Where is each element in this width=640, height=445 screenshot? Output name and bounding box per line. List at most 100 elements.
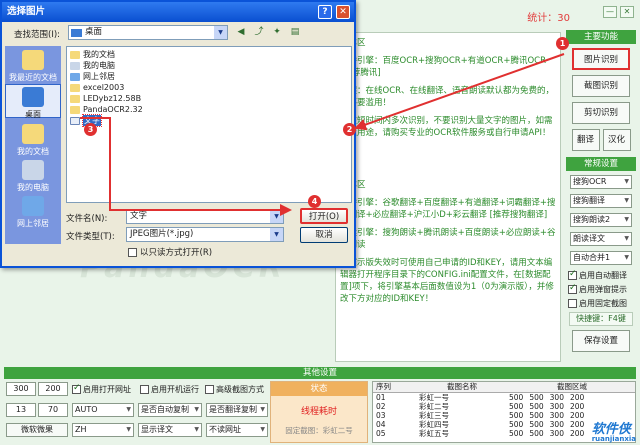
list-item[interactable]: 网上邻居	[70, 71, 348, 82]
hd-shot-checkbox[interactable]: 高级截图方式	[205, 384, 264, 395]
status-text: 线程耗时	[300, 407, 337, 417]
folder-icon	[22, 124, 44, 144]
up-folder-icon[interactable]: ⤴	[252, 25, 266, 40]
minimize-icon[interactable]: —	[603, 6, 617, 18]
text-line: 提醒：在线OCR、在线翻译、语音朗读默认都为免费的，请不要滥用！	[340, 86, 555, 108]
filetype-select[interactable]: JPEG图片(*.jpg) ▼	[126, 227, 284, 242]
col-header: 截图名称	[447, 382, 477, 391]
list-item[interactable]: 我的文档	[70, 49, 348, 60]
place-network[interactable]: 网上邻居	[5, 196, 61, 229]
other-settings-header: 其他设置	[4, 367, 636, 379]
status-panel: 状态 线程耗时 固定截图：彩虹二号	[270, 381, 368, 443]
hanhua-button[interactable]: 汉化	[602, 129, 631, 151]
col-header: 截图区域	[557, 382, 587, 391]
chevron-down-icon[interactable]: ▼	[270, 210, 283, 223]
text-line: 要在短时间内多次识别，不要识别大量文字的图片，如需商业用途，请购买专业的OCR软…	[340, 116, 553, 138]
file-open-dialog: 选择图片 ? ✕ 查找范围(I): 桌面 ▼ ◀ ⤴ ✦ ▤ 我最近的文档 桌面…	[0, 0, 356, 268]
file-list[interactable]: 我的文档 我的电脑 网上邻居 excel2003 LEDybz12.58B Pa…	[66, 46, 352, 203]
startup-checkbox[interactable]: 启用开机运行	[140, 384, 199, 395]
list-item-selected[interactable]: 文字	[70, 114, 348, 127]
app-topbar: 统计：30 — ✕	[335, 0, 640, 30]
open-url-checkbox[interactable]: 启用打开网址	[72, 383, 131, 395]
width-input[interactable]: 300	[6, 382, 36, 396]
dialog-title: 选择图片	[7, 6, 46, 17]
text-area[interactable]: 文本区 支持引擎：百度OCR+搜狗OCR+有道OCR+腾讯OCR [推荐腾讯] …	[335, 32, 561, 362]
ocr-engine-select[interactable]: 搜狗OCR	[570, 175, 632, 189]
list-item[interactable]: excel2003	[70, 82, 348, 93]
site-logo: 软件侠 ruanjianxia	[591, 422, 636, 443]
place-my-documents[interactable]: 我的文档	[5, 124, 61, 157]
places-bar: 我最近的文档 桌面 我的文档 我的电脑 网上邻居	[5, 46, 61, 244]
view-menu-icon[interactable]: ▤	[288, 25, 302, 40]
filetype-label: 文件类型(T):	[66, 232, 115, 242]
close-icon[interactable]: ✕	[620, 6, 634, 18]
auto-copy-select[interactable]: 是否自动复制	[138, 403, 202, 417]
list-item[interactable]: 我的电脑	[70, 60, 348, 71]
auto-translate-checkbox[interactable]: 启用自动翻译	[568, 269, 634, 281]
place-my-computer[interactable]: 我的电脑	[5, 160, 61, 193]
readonly-checkbox[interactable]: 以只读方式打开(R)	[128, 246, 212, 258]
height-input[interactable]: 200	[38, 382, 68, 396]
list-item[interactable]: LEDybz12.58B	[70, 93, 348, 104]
right-panel: 主要功能 图片识别 截图识别 剪切识别 翻译 汉化 常规设置 搜狗OCR 搜狗翻…	[566, 30, 636, 365]
hotkey-label: 快捷键：F4键	[569, 312, 633, 326]
callout-badge-3: 3	[84, 123, 97, 136]
popup-checkbox[interactable]: 启用弹窗提示	[568, 283, 634, 295]
translate-engine-select[interactable]: 搜狗翻译	[570, 194, 632, 208]
checkbox-unchecked[interactable]	[568, 299, 577, 308]
dialog-titlebar: 选择图片 ? ✕	[2, 2, 354, 22]
translate-copy-select[interactable]: 是否翻译复制	[206, 403, 268, 417]
folder-icon	[70, 105, 80, 114]
open-button[interactable]: 打开(O)	[300, 208, 348, 224]
screenshot-ocr-button[interactable]: 截图识别	[572, 75, 630, 97]
back-icon[interactable]: ◀	[234, 25, 248, 40]
recent-docs-icon	[22, 50, 44, 70]
callout-badge-2: 2	[343, 123, 356, 136]
fixed-shot-checkbox[interactable]: 启用固定截图	[568, 298, 634, 309]
translate-button[interactable]: 翻译	[571, 129, 600, 151]
tts-engine-select[interactable]: 搜狗朗读2	[570, 213, 632, 227]
show-translation-select[interactable]: 显示译文	[138, 423, 202, 437]
look-in-label: 查找范围(I):	[14, 30, 61, 40]
table-row[interactable]: 02 彩虹二号 500 500 300 200	[373, 402, 635, 411]
callout-badge-1: 1	[556, 37, 569, 50]
other-settings: 其他设置 300 200 13 70 微软微果 启用打开网址 启用开机运行 高级…	[0, 367, 640, 445]
x-input[interactable]: 13	[6, 403, 36, 417]
chevron-down-icon[interactable]: ▼	[270, 228, 283, 241]
translate-row: 翻译 汉化	[566, 129, 636, 151]
network-icon	[70, 72, 80, 81]
checkbox-unchecked[interactable]	[205, 385, 214, 394]
help-icon[interactable]: ?	[318, 5, 332, 19]
list-item[interactable]: PandaOCR2.32	[70, 104, 348, 115]
lang-auto-select[interactable]: AUTO	[72, 403, 134, 417]
url-mode-select[interactable]: 不读网址	[206, 423, 268, 437]
table-row[interactable]: 01 彩虹一号 500 500 300 200	[373, 393, 635, 402]
target-lang-select[interactable]: ZH	[72, 423, 134, 437]
place-recent[interactable]: 我最近的文档	[5, 50, 61, 83]
folder-icon	[70, 83, 80, 92]
computer-icon	[22, 160, 44, 180]
checkbox-unchecked[interactable]	[140, 385, 149, 394]
read-mode-select[interactable]: 朗读译文	[570, 232, 632, 246]
checkbox-checked[interactable]	[72, 383, 81, 394]
window-controls: — ✕	[603, 6, 634, 18]
checkbox-checked[interactable]	[568, 283, 577, 294]
close-icon[interactable]: ✕	[336, 5, 350, 19]
new-folder-icon[interactable]: ✦	[270, 25, 284, 40]
chevron-down-icon[interactable]: ▼	[214, 26, 227, 39]
cancel-button[interactable]: 取消	[300, 227, 348, 243]
wechat-button[interactable]: 微软微果	[6, 423, 68, 437]
merge-mode-select[interactable]: 自动合并1	[570, 251, 632, 265]
checkbox-checked[interactable]	[568, 269, 577, 280]
clipboard-ocr-button[interactable]: 剪切识别	[572, 102, 630, 124]
filename-input[interactable]: 文字 ▼	[126, 209, 284, 224]
look-in-select[interactable]: 桌面 ▼	[68, 25, 228, 40]
checkbox-unchecked[interactable]	[128, 247, 137, 257]
place-desktop[interactable]: 桌面	[5, 84, 61, 119]
image-ocr-button[interactable]: 图片识别	[572, 48, 630, 70]
text-line: 当演示版失效时可使用自己申请的ID和KEY，请用文本编辑器打开程序目录下的CON…	[340, 258, 554, 304]
y-input[interactable]: 70	[38, 403, 68, 417]
network-icon	[22, 196, 44, 216]
text-line: 支持引擎：谷歌翻译+百度翻译+有道翻译+词霸翻译+搜狗翻译+必应翻译+沪江小D+…	[340, 198, 556, 220]
save-settings-button[interactable]: 保存设置	[572, 330, 630, 352]
